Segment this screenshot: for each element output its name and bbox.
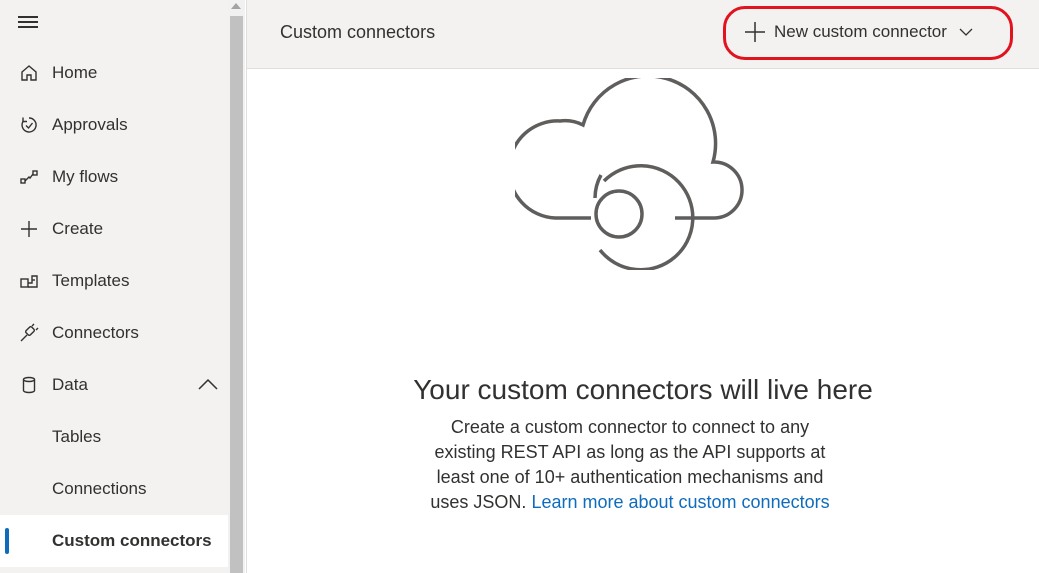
home-icon [19, 63, 39, 83]
approvals-icon [19, 115, 39, 135]
sidebar-item-label: Home [52, 63, 98, 82]
new-custom-connector-label: New custom connector [774, 22, 947, 41]
sidebar-item-label: Connections [52, 479, 147, 498]
sidebar-item-label: Custom connectors [52, 531, 212, 550]
page-title: Custom connectors [280, 22, 436, 42]
sidebar-item-label: Create [52, 219, 104, 238]
sidebar-item-label: My flows [52, 167, 119, 186]
learn-more-link[interactable]: Learn more about custom connectors [531, 492, 829, 512]
new-custom-connector-button[interactable]: New custom connector [744, 18, 982, 46]
plus-icon [19, 219, 39, 239]
sidebar-item-label: Connectors [52, 323, 139, 342]
command-bar: Custom connectors New custom connector [247, 0, 1039, 69]
flow-icon [19, 167, 39, 187]
plus-icon [745, 22, 765, 42]
sidebar-item-label: Templates [52, 271, 130, 290]
sidebar-divider [246, 0, 247, 573]
sidebar-item-home[interactable]: Home [0, 47, 228, 99]
sidebar-item-templates[interactable]: Templates [0, 255, 228, 307]
sidebar-item-approvals[interactable]: Approvals [0, 99, 228, 151]
sidebar-item-label: Approvals [52, 115, 128, 134]
empty-state-title: Your custom connectors will live here [413, 374, 873, 405]
sidebar-item-label: Tables [52, 427, 102, 446]
database-icon [19, 375, 39, 395]
chevron-up-icon[interactable] [198, 375, 218, 395]
scroll-up-arrow-icon[interactable] [231, 3, 241, 9]
sidebar-item-custom-connectors[interactable]: Custom connectors [0, 515, 228, 567]
sidebar-item-connections[interactable]: Connections [0, 463, 228, 515]
sidebar-scrollbar-thumb[interactable] [230, 16, 243, 573]
sidebar: Home Approvals My flows Create Templates… [0, 0, 228, 573]
selected-indicator [5, 528, 9, 554]
chevron-down-icon [959, 28, 973, 36]
empty-state-description: Create a custom connector to connect to … [420, 415, 840, 515]
hamburger-menu-icon[interactable] [18, 14, 38, 28]
templates-icon [19, 271, 39, 291]
sidebar-item-create[interactable]: Create [0, 203, 228, 255]
sidebar-item-data[interactable]: Data [0, 359, 228, 411]
sidebar-item-my-flows[interactable]: My flows [0, 151, 228, 203]
sidebar-item-connectors[interactable]: Connectors [0, 307, 228, 359]
cloud-connector-illustration [515, 78, 744, 270]
sidebar-item-label: Data [52, 375, 88, 394]
sidebar-item-tables[interactable]: Tables [0, 411, 228, 463]
plug-icon [19, 323, 39, 343]
